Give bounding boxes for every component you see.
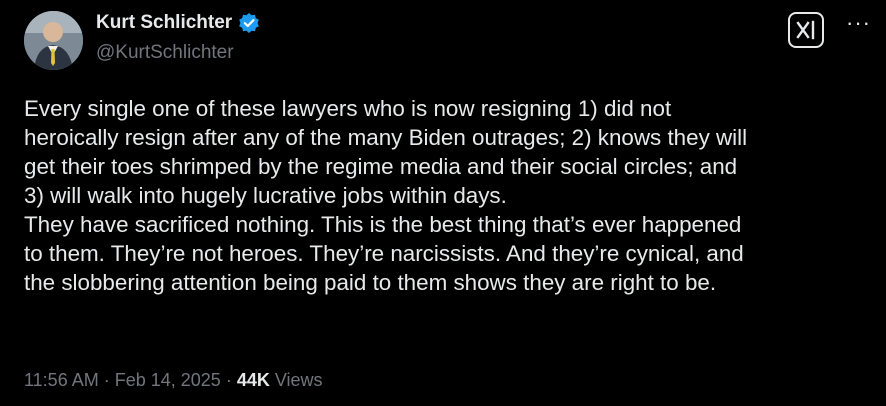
tweet-time[interactable]: 11:56 AM xyxy=(24,370,99,390)
tweet-line: 3) will walk into hugely lucrative jobs … xyxy=(24,183,507,208)
views-count[interactable]: 44K xyxy=(237,370,270,390)
tweet-line: Every single one of these lawyers who is… xyxy=(24,96,672,121)
meta-separator: · xyxy=(98,370,115,390)
meta-separator: · xyxy=(220,370,237,390)
more-options-button[interactable]: ··· xyxy=(846,12,871,34)
tweet-text: Every single one of these lawyers who is… xyxy=(24,94,876,297)
views-label: Views xyxy=(269,370,323,390)
grok-button[interactable] xyxy=(788,12,824,48)
verified-badge-icon xyxy=(238,12,260,34)
avatar[interactable] xyxy=(24,11,83,70)
tweet-line: to them. They’re not heroes. They’re nar… xyxy=(24,241,744,266)
tweet-meta: 11:56 AM · Feb 14, 2025 · 44K Views xyxy=(24,370,323,391)
author-name-row[interactable]: Kurt Schlichter xyxy=(96,12,260,34)
author-handle[interactable]: @KurtSchlichter xyxy=(96,42,234,64)
x-ai-icon xyxy=(796,20,815,40)
tweet-line: heroically resign after any of the many … xyxy=(24,125,748,150)
avatar-image xyxy=(24,11,83,70)
author-name[interactable]: Kurt Schlichter xyxy=(96,12,232,34)
tweet-date[interactable]: Feb 14, 2025 xyxy=(115,370,221,390)
tweet-line: get their toes shrimped by the regime me… xyxy=(24,154,738,179)
tweet-line: They have sacrificed nothing. This is th… xyxy=(24,212,742,237)
tweet-line: the slobbering attention being paid to t… xyxy=(24,270,717,295)
